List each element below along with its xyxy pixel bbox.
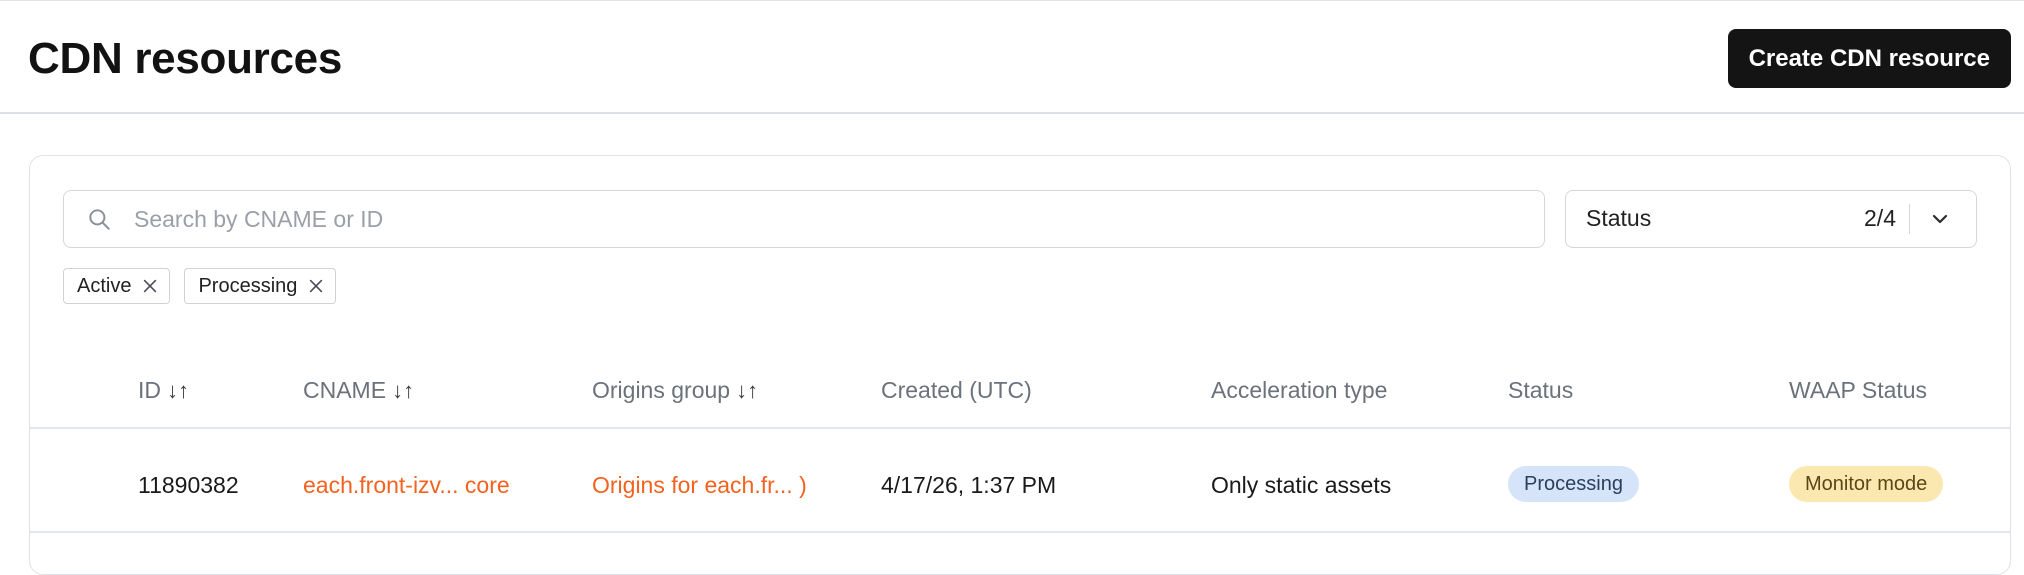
column-header-cname[interactable]: CNAME ↓↑ bbox=[303, 370, 414, 410]
sort-arrows-icon[interactable]: ↓↑ bbox=[167, 378, 189, 403]
search-icon bbox=[89, 209, 110, 230]
create-cdn-resource-button[interactable]: Create CDN resource bbox=[1727, 29, 2011, 88]
waap-status-badge: Monitor mode bbox=[1789, 466, 1944, 502]
table-header-divider bbox=[30, 427, 2010, 429]
row-origins-group-link[interactable]: Origins for each.fr... ) bbox=[592, 460, 807, 510]
column-header-acceleration-type: Acceleration type bbox=[1211, 377, 1388, 403]
table-row-divider bbox=[30, 531, 2010, 533]
status-filter-label: Status bbox=[1586, 205, 1652, 231]
chevron-down-icon[interactable] bbox=[1928, 207, 1952, 231]
page-header: CDN resources Create CDN resource bbox=[0, 0, 2024, 114]
filter-chip-label: Processing bbox=[198, 274, 298, 297]
filter-chip-processing: Processing bbox=[184, 268, 337, 304]
active-filter-chips: Active Processing bbox=[63, 268, 337, 304]
column-header-label: Origins group bbox=[592, 377, 731, 403]
search-box[interactable] bbox=[63, 190, 1545, 248]
resources-card: Status 2/4 Active Processing ID↓↑ CNAME↓… bbox=[29, 155, 2011, 575]
column-header-created: Created (UTC) bbox=[881, 377, 1032, 403]
search-input[interactable] bbox=[132, 191, 1516, 248]
row-created: 4/17/26, 1:37 PM bbox=[881, 472, 1057, 498]
row-cname-link[interactable]: each.front-izv... core bbox=[303, 460, 510, 510]
column-header-label: ID bbox=[138, 377, 161, 403]
filter-chip-label: Active bbox=[77, 274, 132, 297]
column-header-waap-status: WAAP Status bbox=[1789, 377, 1928, 403]
sort-arrows-icon[interactable]: ↓↑ bbox=[736, 378, 758, 403]
column-header-id[interactable]: ID ↓↑ bbox=[138, 370, 189, 410]
close-icon[interactable] bbox=[307, 277, 325, 295]
status-badge: Processing bbox=[1508, 466, 1639, 502]
column-header-origins-group[interactable]: Origins group ↓↑ bbox=[592, 370, 758, 410]
filter-chip-active: Active bbox=[63, 268, 171, 304]
close-icon[interactable] bbox=[141, 277, 159, 295]
status-filter-select[interactable]: Status 2/4 bbox=[1565, 190, 1977, 248]
page-title: CDN resources bbox=[28, 34, 343, 83]
row-id: 11890382 bbox=[138, 472, 239, 498]
column-header-status: Status bbox=[1508, 377, 1574, 403]
row-acceleration-type: Only static assets bbox=[1211, 472, 1392, 498]
status-filter-divider bbox=[1908, 204, 1910, 234]
sort-arrows-icon[interactable]: ↓↑ bbox=[392, 378, 414, 403]
status-filter-count: 2/4 bbox=[1864, 205, 1896, 231]
column-header-label: CNAME bbox=[303, 377, 387, 403]
